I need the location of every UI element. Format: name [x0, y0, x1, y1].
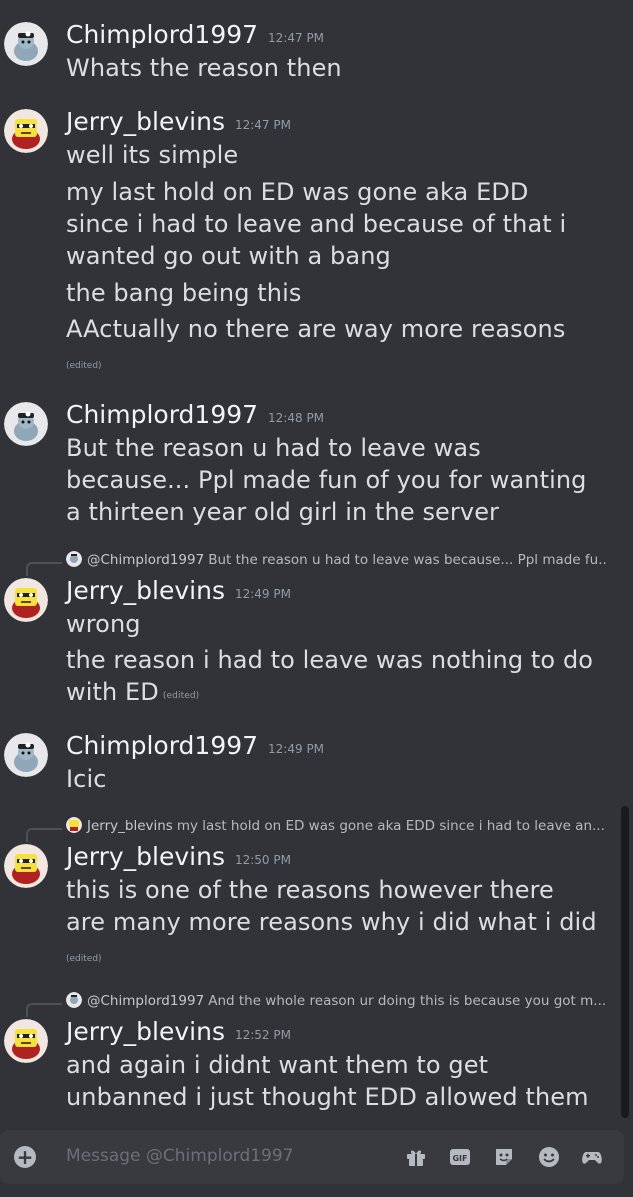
reply-text: But the reason u had to leave was becaus… [208, 552, 606, 568]
gif-icon[interactable]: GIF [448, 1145, 472, 1169]
message-text: Icic [66, 765, 107, 793]
reply-author: Jerry_blevins [87, 818, 173, 834]
message-text: a thirteen year old girl in the server [66, 498, 500, 526]
message-text: AActually no there are way more reasons [66, 315, 566, 343]
message-text: wrong [66, 610, 141, 638]
username[interactable]: Chimplord1997 12:48 PM [66, 400, 324, 433]
message-text: the reason i had to leave was nothing to… [66, 646, 594, 674]
author-name[interactable]: Chimplord1997 [66, 400, 258, 429]
reply-text: my last hold on ED was gone aka EDD sinc… [176, 818, 605, 834]
reply-author: @Chimplord1997 [87, 993, 205, 1009]
jerry-avatar[interactable] [4, 844, 48, 888]
message-text: Whats the reason then [66, 54, 342, 82]
author-name[interactable]: Chimplord1997 [66, 20, 258, 49]
reply-text: And the whole reason ur doing this is be… [208, 993, 606, 1009]
reply-connector [26, 562, 62, 576]
reply-author: @Chimplord1997 [87, 552, 205, 568]
reply-preview[interactable]: @Chimplord1997 And the whole reason ur do… [66, 992, 606, 1010]
message-text: this is one of the reasons however there [66, 876, 554, 904]
jerry-avatar[interactable] [4, 578, 48, 622]
timestamp: 12:49 PM [234, 587, 291, 601]
username[interactable]: Jerry_blevins 12:50 PM [66, 842, 291, 875]
chimplord-mini-avatar [66, 992, 82, 1008]
message-composer: + Message @Chimplord1997 GIF [0, 1130, 624, 1184]
chimplord-avatar[interactable] [4, 22, 48, 66]
message-text: But the reason u had to leave was [66, 434, 481, 462]
jerry-avatar[interactable] [4, 109, 48, 153]
message-text: my last hold on ED was gone aka EDD [66, 178, 529, 206]
author-name[interactable]: Jerry_blevins [66, 842, 225, 871]
message-text: with ED (edited) [66, 676, 606, 712]
timestamp: 12:52 PM [234, 1028, 291, 1042]
author-name[interactable]: Jerry_blevins [66, 576, 225, 605]
reply-preview[interactable]: Jerry_blevins my last hold on ED was gone… [66, 817, 606, 835]
username[interactable]: Jerry_blevins 12:52 PM [66, 1017, 291, 1050]
timestamp: 12:47 PM [234, 118, 291, 132]
message-text: and again i didnt want them to get [66, 1051, 489, 1079]
message-input[interactable]: Message @Chimplord1997 [66, 1145, 294, 1167]
sticker-icon[interactable] [492, 1145, 516, 1169]
username[interactable]: Chimplord1997 12:49 PM [66, 731, 324, 764]
emoji-icon[interactable] [537, 1145, 561, 1169]
timestamp: 12:50 PM [234, 853, 291, 867]
edited-label: (edited) [66, 361, 102, 371]
username[interactable]: Chimplord1997 12:47 PM [66, 20, 324, 53]
chimplord-mini-avatar [66, 551, 82, 567]
message-text-segment: with ED [66, 678, 159, 706]
message-text: well its simple [66, 141, 239, 169]
message-text: since i had to leave and because of that… [66, 210, 567, 238]
author-name[interactable]: Jerry_blevins [66, 107, 225, 136]
author-name[interactable]: Chimplord1997 [66, 731, 258, 760]
timestamp: 12:47 PM [268, 31, 325, 45]
jerry-mini-avatar [66, 817, 82, 833]
reply-preview[interactable]: @Chimplord1997 But the reason u had to le… [66, 551, 606, 569]
message-text: wanted go out with a bang [66, 242, 391, 270]
scrollbar[interactable] [621, 806, 629, 1118]
timestamp: 12:48 PM [268, 411, 325, 425]
chat-window: Chimplord1997 12:47 PM Whats the reason t… [0, 0, 633, 1120]
reply-connector [26, 1003, 62, 1017]
reply-connector [26, 828, 62, 842]
message-text: because... Ppl made fun of you for wanti… [66, 466, 587, 494]
message-text: the bang being this [66, 279, 302, 307]
author-name[interactable]: Jerry_blevins [66, 1017, 225, 1046]
jerry-avatar[interactable] [4, 1019, 48, 1063]
timestamp: 12:49 PM [268, 742, 325, 756]
activity-icon[interactable] [580, 1145, 604, 1169]
gif-label: GIF [452, 1154, 467, 1163]
chimplord-avatar[interactable] [4, 733, 48, 777]
message-text: are many more reasons why i did what i d… [66, 908, 597, 936]
username[interactable]: Jerry_blevins 12:49 PM [66, 576, 291, 609]
chimplord-avatar[interactable] [4, 402, 48, 446]
message-text: unbanned i just thought EDD allowed them [66, 1083, 589, 1111]
gift-icon[interactable] [404, 1145, 428, 1169]
edited-label: (edited) [162, 691, 200, 701]
plus-icon[interactable]: + [14, 1146, 36, 1168]
edited-label: (edited) [66, 954, 102, 964]
username[interactable]: Jerry_blevins 12:47 PM [66, 107, 291, 140]
